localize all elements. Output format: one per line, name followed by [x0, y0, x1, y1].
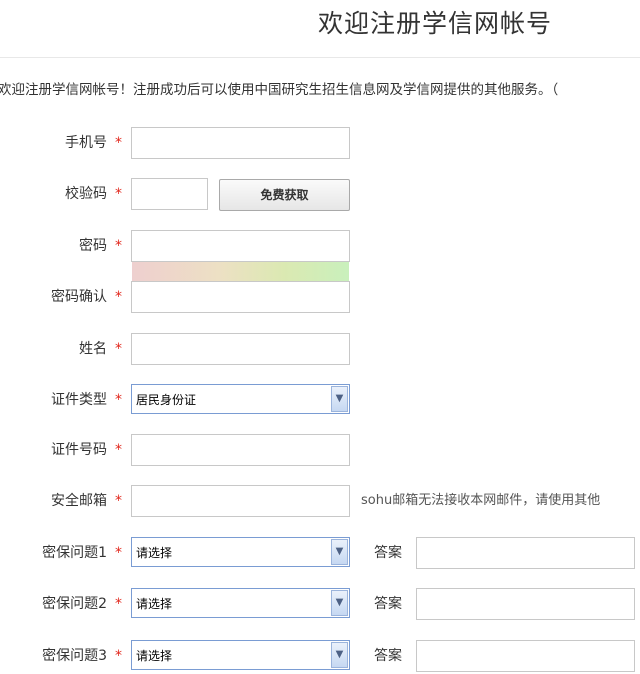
id-number-label: 证件号码	[51, 442, 107, 458]
security-question-1-select[interactable]: 请选择 ▼	[131, 537, 350, 567]
id-type-selected: 居民身份证	[136, 393, 197, 407]
security-question-3-label: 密保问题3	[42, 648, 107, 664]
required-mark: *	[115, 596, 122, 612]
name-input[interactable]	[131, 333, 350, 365]
required-mark: *	[115, 135, 122, 151]
required-mark: *	[115, 442, 122, 458]
required-mark: *	[115, 648, 122, 664]
password-confirm-label: 密码确认	[51, 289, 107, 305]
answer-2-input[interactable]	[416, 588, 635, 620]
security-question-1-row: 密保问题1 * 请选择 ▼ 答案	[0, 537, 640, 571]
password-confirm-row: 密码确认 *	[0, 281, 640, 315]
email-row: 安全邮箱 * sohu邮箱无法接收本网邮件，请使用其他	[0, 485, 640, 519]
phone-label: 手机号	[65, 135, 107, 151]
password-input[interactable]	[131, 230, 350, 262]
email-hint: sohu邮箱无法接收本网邮件，请使用其他	[361, 493, 601, 508]
answer-3-label: 答案	[374, 648, 402, 664]
code-label: 校验码	[65, 186, 107, 202]
security-question-2-row: 密保问题2 * 请选择 ▼ 答案	[0, 588, 640, 622]
intro-text: 欢迎注册学信网帐号！注册成功后可以使用中国研究生招生信息网及学信网提供的其他服务…	[0, 82, 559, 98]
answer-2-label: 答案	[374, 596, 402, 612]
required-mark: *	[115, 238, 122, 254]
answer-1-input[interactable]	[416, 537, 635, 569]
password-label: 密码	[79, 238, 107, 254]
password-confirm-input[interactable]	[131, 281, 350, 313]
email-input[interactable]	[131, 485, 350, 517]
password-strength-meter	[132, 262, 349, 281]
required-mark: *	[115, 341, 122, 357]
security-question-1-label: 密保问题1	[42, 545, 107, 561]
answer-3-input[interactable]	[416, 640, 635, 672]
id-number-input[interactable]	[131, 434, 350, 466]
chevron-down-icon[interactable]: ▼	[331, 642, 348, 668]
page-title: 欢迎注册学信网帐号	[317, 9, 552, 38]
name-label: 姓名	[79, 341, 107, 357]
required-mark: *	[115, 392, 122, 408]
id-type-select[interactable]: 居民身份证 ▼	[131, 384, 350, 414]
security-question-3-row: 密保问题3 * 请选择 ▼ 答案	[0, 640, 640, 674]
get-code-button[interactable]: 免费获取	[219, 179, 350, 211]
required-mark: *	[115, 493, 122, 509]
header-divider	[0, 57, 640, 58]
required-mark: *	[115, 289, 122, 305]
chevron-down-icon[interactable]: ▼	[331, 539, 348, 565]
password-row: 密码 *	[0, 230, 640, 264]
phone-row: 手机号 *	[0, 127, 640, 161]
chevron-down-icon[interactable]: ▼	[331, 590, 348, 616]
required-mark: *	[115, 545, 122, 561]
security-question-3-select[interactable]: 请选择 ▼	[131, 640, 350, 670]
chevron-down-icon[interactable]: ▼	[331, 386, 348, 412]
id-type-row: 证件类型 * 居民身份证 ▼	[0, 384, 640, 418]
code-input[interactable]	[131, 178, 208, 210]
answer-1-label: 答案	[374, 545, 402, 561]
security-question-2-selected: 请选择	[136, 597, 173, 611]
security-question-3-selected: 请选择	[136, 649, 173, 663]
security-question-1-selected: 请选择	[136, 546, 173, 560]
required-mark: *	[115, 186, 122, 202]
phone-input[interactable]	[131, 127, 350, 159]
security-question-2-select[interactable]: 请选择 ▼	[131, 588, 350, 618]
email-label: 安全邮箱	[51, 493, 107, 509]
id-number-row: 证件号码 *	[0, 434, 640, 468]
name-row: 姓名 *	[0, 333, 640, 367]
id-type-label: 证件类型	[51, 392, 107, 408]
code-row: 校验码 * 免费获取	[0, 178, 640, 212]
security-question-2-label: 密保问题2	[42, 596, 107, 612]
